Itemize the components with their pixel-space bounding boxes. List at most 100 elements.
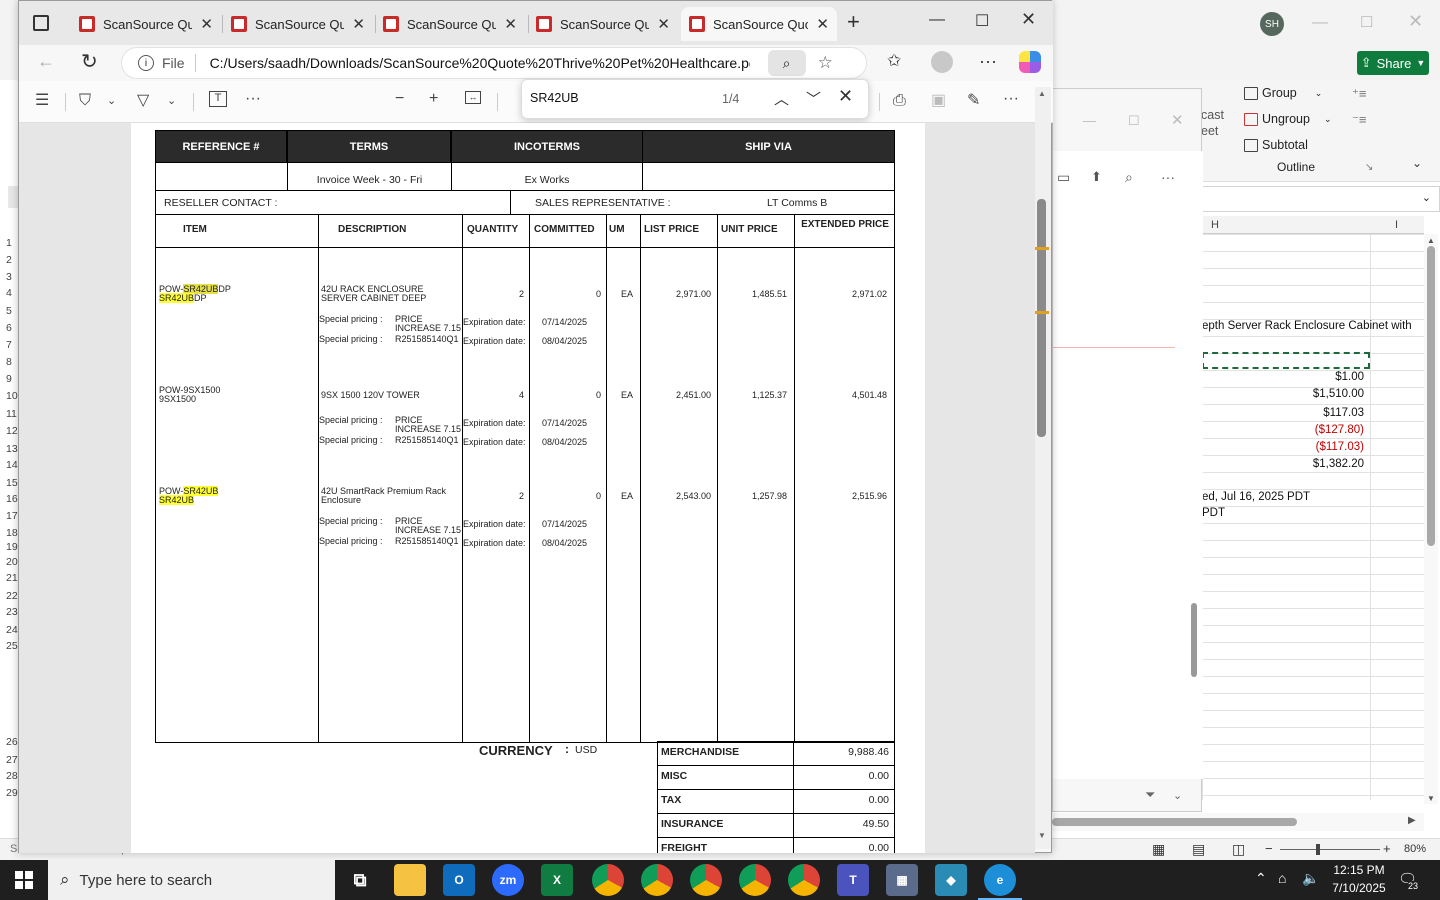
address-bar[interactable]: i File C:/Users/saadh/Downloads/ScanSour… [121,47,867,79]
row-number[interactable]: 6 [6,322,12,334]
more-tools-icon[interactable]: ··· [245,89,261,109]
clock-time[interactable]: 12:15 PM [1330,863,1388,877]
browser-tab-active[interactable]: ScanSource Quot ✕ [681,7,837,41]
row-number[interactable]: 25 [6,640,18,652]
row-number[interactable]: 17 [6,510,18,522]
chrome-icon[interactable] [788,864,820,896]
close-tab-icon[interactable]: ✕ [504,15,517,33]
row-number[interactable]: 5 [6,305,12,317]
search-icon[interactable]: ⌕ [1125,169,1133,186]
contents-icon[interactable]: ☰ [35,91,49,111]
network-icon[interactable]: ⌂ [1278,870,1286,886]
start-button[interactable] [15,871,33,889]
ungroup-button[interactable]: Ungroup ⌄ [1244,112,1332,126]
page-layout-icon[interactable]: ▤ [1192,841,1205,858]
scroll-right-icon[interactable]: ▶ [1408,815,1416,826]
profile-avatar[interactable] [931,51,953,73]
filter-icon[interactable]: ⏷ [1145,787,1155,803]
cell[interactable]: $1,382.20 [1244,458,1364,470]
chrome-icon[interactable] [641,864,673,896]
close-tab-icon[interactable]: ✕ [200,15,213,33]
browser-tab[interactable]: ScanSource Quot✕ [375,7,525,41]
row-number[interactable]: 7 [6,339,12,351]
row-number[interactable]: 15 [6,477,18,489]
formula-bar[interactable]: ⌄ [1202,186,1440,212]
highlight-icon[interactable]: ⛉ [79,91,91,111]
copilot-icon[interactable] [1019,51,1041,73]
row-number[interactable]: 20 [6,556,18,568]
row-number[interactable]: 21 [6,572,18,584]
row-number[interactable]: 18 [6,527,18,539]
column-header-i[interactable]: I [1395,219,1398,231]
dialog-launcher-icon[interactable]: ↘ [1365,162,1373,173]
minimize-icon[interactable]: — [929,11,945,29]
close-find-icon[interactable]: ✕ [838,86,853,107]
row-number[interactable]: 13 [6,443,18,455]
chevron-down-icon[interactable]: ⌄ [107,91,116,111]
chrome-icon[interactable] [592,864,624,896]
row-number[interactable]: 23 [6,606,18,618]
zoom-out-button[interactable]: − [1265,841,1273,856]
share-button[interactable]: ⇪ Share ▼ [1357,51,1429,75]
pdf-scrollbar[interactable]: ▲ ▼ [1035,87,1051,849]
row-number[interactable]: 14 [6,459,18,471]
normal-view-icon[interactable]: ▦ [1152,841,1165,858]
row-number[interactable]: 10 [6,390,18,402]
cell[interactable]: $1,510.00 [1244,388,1364,400]
new-tab-icon[interactable]: + [847,9,860,35]
row-number[interactable]: 9 [6,373,12,385]
save-icon[interactable]: ▣ [931,91,946,111]
taskbar-search[interactable]: ⌕ Type here to search [48,860,335,900]
group-button[interactable]: Group ⌄ [1244,86,1322,100]
row-number[interactable]: 19 [6,541,18,553]
more-options-icon[interactable]: ··· [1003,89,1019,109]
read-aloud-icon[interactable]: ⌕ [767,50,806,76]
vertical-scrollbar[interactable]: ▲ ▼ [1424,234,1438,804]
tab-actions-icon[interactable] [33,15,49,31]
cell[interactable]: ed, Jul 16, 2025 PDT [1202,491,1310,503]
spreadsheet-grid[interactable]: epth Server Rack Enclosure Cabinet with … [1202,234,1424,800]
page-break-icon[interactable]: ◫ [1232,841,1245,858]
maximize-icon[interactable]: ☐ [1128,113,1140,129]
row-number[interactable]: 12 [6,425,18,437]
column-header-h[interactable]: H [1211,219,1219,231]
more-options-icon[interactable]: ··· [1161,169,1175,185]
browser-tab[interactable]: ScanSource Quot✕ [528,7,678,41]
share-screen-icon[interactable]: ⬆ [1091,169,1102,185]
zoom-in-button[interactable]: + [1383,841,1391,856]
back-icon[interactable]: ← [37,51,55,72]
edge-icon[interactable]: e [984,864,1016,896]
cell[interactable]: $117.03 [1244,407,1364,419]
zoom-slider-handle[interactable] [1316,844,1320,855]
find-input[interactable]: SR42UB [530,91,579,105]
row-number[interactable]: 16 [6,493,18,505]
chrome-icon[interactable] [739,864,771,896]
chrome-icon[interactable] [690,864,722,896]
volume-icon[interactable]: 🔈 [1302,870,1319,887]
save-as-icon[interactable]: ✎ [967,91,980,111]
show-detail-icon[interactable]: ⁺≡ [1352,86,1366,102]
chevron-down-icon[interactable]: ⌄ [167,91,176,111]
row-number[interactable]: 1 [6,237,12,249]
minimize-icon[interactable]: — [1312,14,1328,32]
scroll-up-icon[interactable]: ▲ [1427,236,1435,245]
outlook-icon[interactable]: O [443,864,475,896]
teams-icon[interactable]: T [837,864,869,896]
row-number[interactable]: 11 [6,408,17,420]
cell[interactable]: $1.00 [1244,371,1364,383]
collapse-ribbon-icon[interactable]: ⌄ [1412,156,1422,170]
more-options-icon[interactable]: ··· [979,51,997,72]
scroll-thumb[interactable] [1427,246,1435,546]
file-explorer-icon[interactable] [394,864,426,896]
row-number[interactable]: 3 [6,271,12,283]
scroll-down-icon[interactable]: ▼ [1038,831,1046,840]
zoom-slider[interactable] [1280,849,1380,850]
browser-tab[interactable]: ScanSource Quot✕ [71,7,221,41]
close-icon[interactable]: ✕ [1021,9,1036,30]
row-number[interactable]: 28 [6,770,18,782]
calculator-icon[interactable]: ▦ [886,864,918,896]
chevron-up-icon[interactable]: ︿ [774,88,789,109]
zoom-icon[interactable]: zm [492,864,524,896]
row-number[interactable]: 27 [6,754,18,766]
zoom-out-icon[interactable]: − [395,89,404,109]
